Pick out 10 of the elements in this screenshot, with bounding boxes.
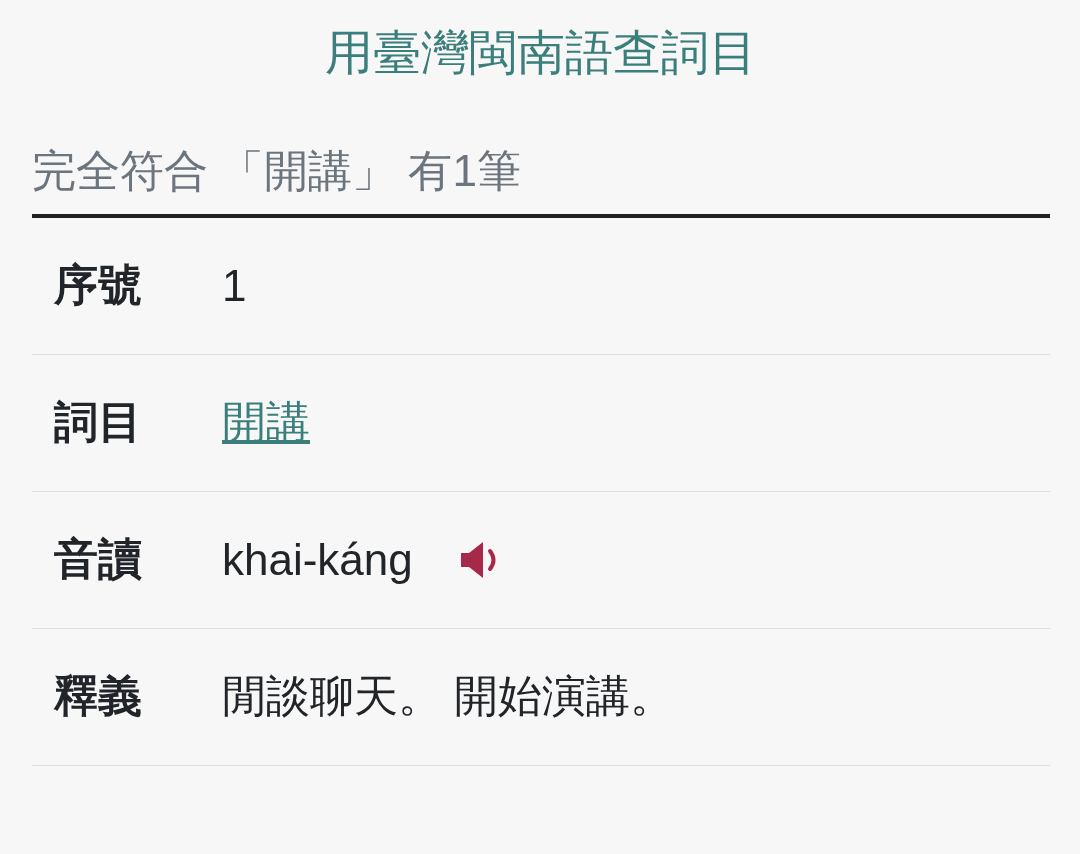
- result-summary: 完全符合 「開講」 有1筆: [32, 145, 521, 198]
- field-label: 釋義: [53, 670, 143, 723]
- field-value: 1: [222, 260, 247, 311]
- romanization-text: khai-káng: [222, 534, 413, 585]
- page-title: 用臺灣閩南語查詞目: [325, 25, 757, 81]
- field-label: 詞目: [53, 396, 143, 449]
- field-label: 序號: [53, 259, 143, 312]
- field-value: 閒談聊天。 開始演講。: [222, 670, 675, 723]
- headword-link[interactable]: 開講: [222, 393, 310, 453]
- field-label: 音讀: [53, 533, 143, 586]
